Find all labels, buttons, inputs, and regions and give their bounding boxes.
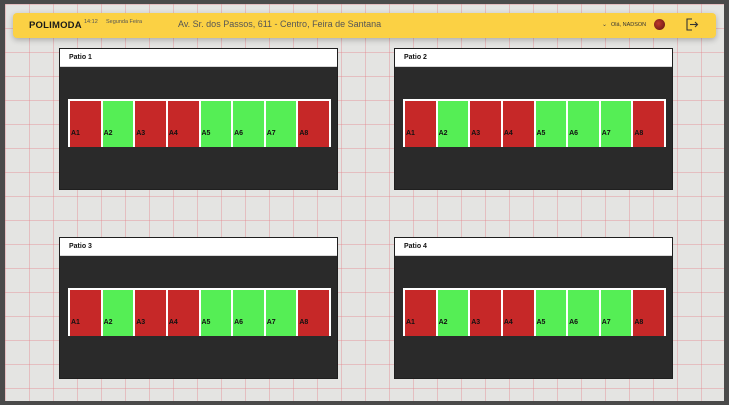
parking-slot[interactable]: A6 bbox=[233, 290, 264, 336]
parking-slot[interactable]: A2 bbox=[437, 290, 469, 336]
parking-slot[interactable]: A5 bbox=[535, 101, 567, 147]
parking-slot[interactable]: A4 bbox=[167, 101, 199, 147]
slot-label: A2 bbox=[103, 130, 113, 137]
slot-label: A6 bbox=[569, 319, 579, 326]
slot-label: A6 bbox=[569, 130, 579, 137]
patio-title: Patio 4 bbox=[404, 243, 427, 250]
parking-slot[interactable]: A2 bbox=[102, 101, 134, 147]
parking-slot[interactable]: A4 bbox=[502, 101, 534, 147]
user-greeting[interactable]: Olá, NADSON bbox=[611, 22, 646, 28]
parking-slot[interactable]: A6 bbox=[233, 101, 264, 147]
patio-title: Patio 1 bbox=[69, 54, 92, 61]
slot-label: A5 bbox=[201, 130, 211, 137]
slot-label: A1 bbox=[406, 130, 415, 137]
slot-label: A3 bbox=[136, 130, 146, 137]
parking-slot[interactable]: A3 bbox=[470, 101, 501, 147]
slot-label: A5 bbox=[201, 319, 211, 326]
avatar[interactable] bbox=[654, 19, 665, 30]
parking-slot[interactable]: A7 bbox=[600, 101, 632, 147]
slot-label: A6 bbox=[234, 319, 244, 326]
parking-slot[interactable]: A3 bbox=[135, 290, 166, 336]
parking-slot[interactable]: A3 bbox=[470, 290, 501, 336]
parking-slot[interactable]: A4 bbox=[502, 290, 534, 336]
slot-label: A2 bbox=[438, 130, 448, 137]
slot-label: A4 bbox=[168, 130, 178, 137]
address-label: Av. Sr. dos Passos, 611 - Centro, Feira … bbox=[178, 19, 382, 29]
patio-header: Patio 1 bbox=[60, 49, 337, 67]
slot-label: A4 bbox=[503, 130, 513, 137]
slot-label: A3 bbox=[136, 319, 146, 326]
slot-label: A7 bbox=[266, 319, 276, 326]
patio-title: Patio 3 bbox=[69, 243, 92, 250]
parking-slot[interactable]: A5 bbox=[535, 290, 567, 336]
logout-icon-graphic bbox=[686, 18, 699, 31]
patio-header: Patio 3 bbox=[60, 238, 337, 256]
parking-slot[interactable]: A5 bbox=[200, 101, 232, 147]
slot-label: A5 bbox=[536, 130, 546, 137]
parking-slot[interactable]: A2 bbox=[102, 290, 134, 336]
app-window: POLIMODA 14:12 Segunda Feira Av. Sr. dos… bbox=[5, 4, 724, 401]
slot-label: A2 bbox=[103, 319, 113, 326]
top-bar: POLIMODA 14:12 Segunda Feira Av. Sr. dos… bbox=[13, 13, 716, 38]
parking-slot[interactable]: A6 bbox=[568, 101, 599, 147]
slot-label: A8 bbox=[299, 319, 309, 326]
slot-label: A5 bbox=[536, 319, 546, 326]
parking-slot[interactable]: A1 bbox=[70, 290, 101, 336]
parking-slot[interactable]: A1 bbox=[405, 101, 436, 147]
logout-icon[interactable] bbox=[685, 18, 699, 31]
slot-label: A3 bbox=[471, 319, 481, 326]
parking-slot[interactable]: A8 bbox=[633, 290, 664, 336]
slot-row: A1 A2 A3 A4 A5 A6 A7 A8 bbox=[68, 288, 331, 336]
chevron-down-icon[interactable]: ⌄ bbox=[602, 21, 607, 28]
slot-label: A7 bbox=[601, 319, 611, 326]
patio-header: Patio 4 bbox=[395, 238, 672, 256]
slot-row: A1 A2 A3 A4 A5 A6 A7 A8 bbox=[403, 99, 666, 147]
parking-slot[interactable]: A6 bbox=[568, 290, 599, 336]
slot-label: A7 bbox=[266, 130, 276, 137]
parking-slot[interactable]: A8 bbox=[298, 290, 329, 336]
parking-slot[interactable]: A7 bbox=[265, 290, 297, 336]
slot-label: A1 bbox=[71, 319, 80, 326]
slot-label: A4 bbox=[503, 319, 513, 326]
parking-slot[interactable]: A3 bbox=[135, 101, 166, 147]
parking-slot[interactable]: A8 bbox=[633, 101, 664, 147]
brand-logo[interactable]: POLIMODA bbox=[29, 20, 82, 31]
slot-label: A2 bbox=[438, 319, 448, 326]
patio-panel-1: Patio 1 A1 A2 A3 A4 A5 A6 A7 A8 bbox=[59, 48, 338, 190]
clock-time: 14:12 bbox=[84, 19, 98, 25]
slot-label: A8 bbox=[299, 130, 309, 137]
slot-label: A1 bbox=[406, 319, 415, 326]
parking-slot[interactable]: A2 bbox=[437, 101, 469, 147]
parking-slot[interactable]: A8 bbox=[298, 101, 329, 147]
parking-slot[interactable]: A7 bbox=[600, 290, 632, 336]
patio-header: Patio 2 bbox=[395, 49, 672, 67]
slot-row: A1 A2 A3 A4 A5 A6 A7 A8 bbox=[68, 99, 331, 147]
slot-label: A4 bbox=[168, 319, 178, 326]
slot-label: A3 bbox=[471, 130, 481, 137]
slot-label: A1 bbox=[71, 130, 80, 137]
parking-slot[interactable]: A7 bbox=[265, 101, 297, 147]
slot-label: A8 bbox=[634, 319, 644, 326]
parking-slot[interactable]: A1 bbox=[70, 101, 101, 147]
weekday-label: Segunda Feira bbox=[106, 19, 143, 25]
slot-label: A7 bbox=[601, 130, 611, 137]
parking-slot[interactable]: A4 bbox=[167, 290, 199, 336]
patio-title: Patio 2 bbox=[404, 54, 427, 61]
parking-slot[interactable]: A5 bbox=[200, 290, 232, 336]
patio-panel-4: Patio 4 A1 A2 A3 A4 A5 A6 A7 A8 bbox=[394, 237, 673, 379]
patio-panel-2: Patio 2 A1 A2 A3 A4 A5 A6 A7 A8 bbox=[394, 48, 673, 190]
parking-slot[interactable]: A1 bbox=[405, 290, 436, 336]
slot-row: A1 A2 A3 A4 A5 A6 A7 A8 bbox=[403, 288, 666, 336]
patio-panel-3: Patio 3 A1 A2 A3 A4 A5 A6 A7 A8 bbox=[59, 237, 338, 379]
slot-label: A6 bbox=[234, 130, 244, 137]
slot-label: A8 bbox=[634, 130, 644, 137]
